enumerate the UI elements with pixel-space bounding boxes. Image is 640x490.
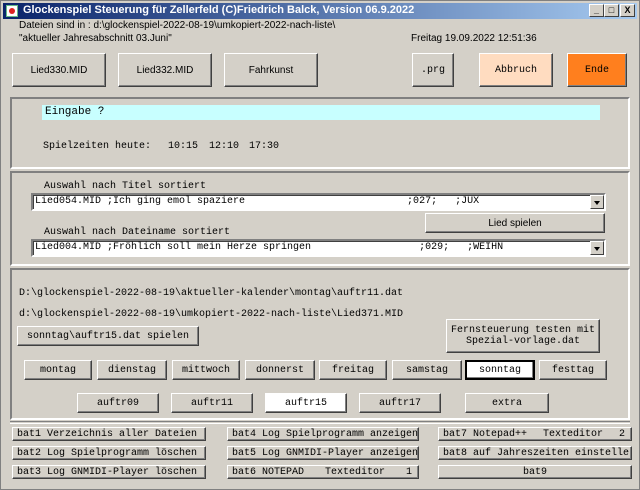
window-title: Glockenspiel Steuerung für Zellerfeld (C… [23,4,415,16]
bat5-button[interactable]: bat5 Log GNMIDI-Player anzeigen [227,446,419,460]
bat4-button[interactable]: bat4 Log Spielprogramm anzeigen [227,427,419,441]
bat7-number: 2 [618,428,625,440]
bat6-tail: Texteditor [324,466,385,478]
bat6-number: 1 [405,466,412,478]
day-button-sonntag[interactable]: sonntag [465,360,535,380]
auftr09-button[interactable]: auftr09 [77,393,159,413]
day-button-festtag[interactable]: festtag [539,360,607,380]
minimize-button[interactable]: _ [589,4,604,17]
prg-button[interactable]: .prg [412,53,454,87]
day-button-montag[interactable]: montag [24,360,92,380]
title-select-value: Lied054.MID ;Ich ging emol spaziere ;027… [35,196,480,207]
datetime-label: Freitag 19.09.2022 12:51:36 [411,33,537,44]
directory-label: Dateien sind in : d:\glockenspiel-2022-0… [19,20,336,31]
day-button-dienstag[interactable]: dienstag [97,360,167,380]
filename-sort-label: Auswahl nach Dateiname sortiert [44,227,231,238]
bat7-button[interactable]: bat7 Notepad++ Texteditor 2 [438,427,632,441]
ende-button[interactable]: Ende [567,53,627,87]
bat6-button[interactable]: bat6 NOTEPAD Texteditor 1 [227,465,419,479]
auftr11-button[interactable]: auftr11 [171,393,253,413]
divider [10,421,630,424]
app-window: Glockenspiel Steuerung für Zellerfeld (C… [0,0,640,490]
bat7-label: bat7 Notepad++ [443,428,528,440]
fahrkunst-button[interactable]: Fahrkunst [224,53,318,87]
app-icon [6,5,18,17]
period-label: "aktueller Jahresabschnitt 03.Juni" [19,33,172,44]
spielzeiten-label: Spielzeiten heute: [43,141,152,152]
chevron-down-icon[interactable] [590,195,604,209]
day-button-mittwoch[interactable]: mittwoch [172,360,240,380]
bat3-button[interactable]: bat3 Log GNMIDI-Player löschen [12,465,206,479]
auftr17-button[interactable]: auftr17 [359,393,441,413]
current-schedule-path: D:\glockenspiel-2022-08-19\aktueller-kal… [19,288,404,299]
bat8-button[interactable]: bat8 auf Jahreszeiten einstelle [438,446,632,460]
day-button-donnerst[interactable]: donnerst [245,360,315,380]
time-3: 17:30 [249,141,280,152]
day-button-freitag[interactable]: freitag [319,360,387,380]
play-schedule-button[interactable]: sonntag\auftr15.dat spielen [17,326,199,346]
eingabe-field[interactable]: Eingabe ? [42,105,600,120]
day-button-samstag[interactable]: samstag [392,360,462,380]
close-button[interactable]: X [620,4,635,17]
bat1-button[interactable]: bat1 Verzeichnis aller Dateien [12,427,206,441]
title-select[interactable]: Lied054.MID ;Ich ging emol spaziere ;027… [31,193,606,211]
current-file-path: d:\glockenspiel-2022-08-19\umkopiert-202… [19,309,404,320]
title-sort-label: Auswahl nach Titel sortiert [44,181,207,192]
extra-button[interactable]: extra [465,393,549,413]
remote-test-button[interactable]: Fernsteuerung testen mit Spezial-vorlage… [446,319,600,353]
title-bar[interactable]: Glockenspiel Steuerung für Zellerfeld (C… [3,3,637,19]
time-1: 10:15 [168,141,199,152]
lied-spielen-button[interactable]: Lied spielen [425,213,605,233]
auftr15-button[interactable]: auftr15 [265,393,347,413]
time-2: 12:10 [209,141,240,152]
abbruch-button[interactable]: Abbruch [479,53,553,87]
eingabe-prompt: Eingabe ? [45,106,105,118]
remote-test-line1: Fernsteuerung testen mit [450,325,596,336]
bat9-button[interactable]: bat9 [438,465,632,479]
bat7-tail: Texteditor [542,428,603,440]
remote-test-line2: Spezial-vorlage.dat [465,336,581,347]
bat2-button[interactable]: bat2 Log Spielprogramm löschen [12,446,206,460]
lied330-button[interactable]: Lied330.MID [12,53,106,87]
lied332-button[interactable]: Lied332.MID [118,53,212,87]
bat6-label: bat6 NOTEPAD [232,466,305,478]
chevron-down-icon[interactable] [590,241,604,255]
filename-select[interactable]: Lied004.MID ;Fröhlich soll mein Herze sp… [31,239,606,257]
maximize-button[interactable]: □ [604,4,619,17]
filename-select-value: Lied004.MID ;Fröhlich soll mein Herze sp… [35,242,504,253]
